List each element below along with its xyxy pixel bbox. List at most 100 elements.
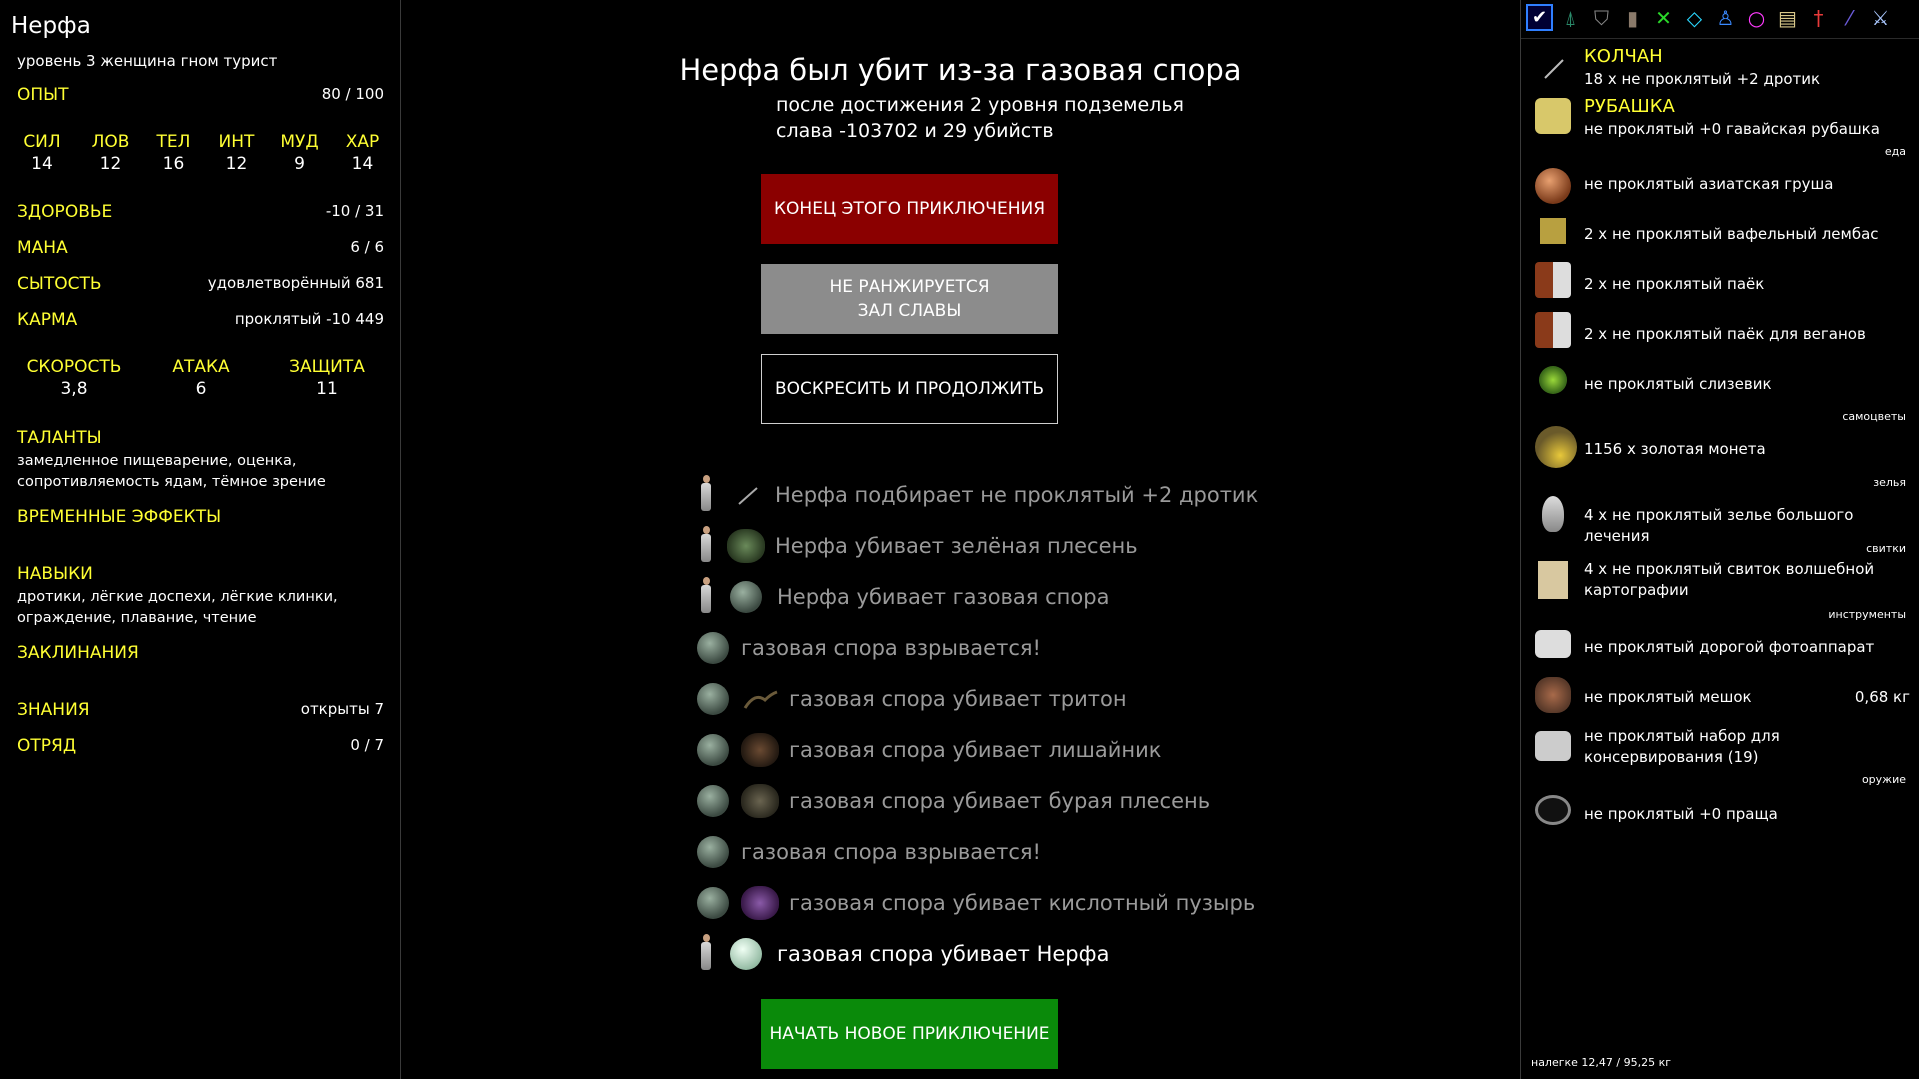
end-adventure-button[interactable]: КОНЕЦ ЭТОГО ПРИКЛЮЧЕНИЯ (761, 174, 1058, 244)
log-entry: газовая спора убивает бурая плесень (697, 779, 1210, 823)
inventory-item[interactable]: 4 x не проклятый свиток волшебной картог… (1584, 559, 1914, 601)
inventory-item[interactable]: не проклятый набор для консервирования (… (1584, 726, 1914, 768)
attr-value: 14 (31, 154, 53, 174)
tab-tools[interactable]: † (1805, 4, 1832, 31)
divider (1521, 38, 1919, 39)
category-potions: зелья (1873, 476, 1906, 489)
tab-food[interactable]: ▮ (1619, 4, 1646, 31)
wand-icon: ⁄ (1847, 5, 1852, 30)
tab-gems[interactable]: ◇ (1681, 4, 1708, 31)
ration-icon (1535, 262, 1571, 298)
shirt-heading: РУБАШКА (1584, 96, 1675, 117)
sling-icon (1535, 795, 1571, 825)
mana-value: 6 / 6 (350, 238, 384, 256)
gas-spore-icon (697, 734, 729, 766)
log-text: Нерфа убивает зелёная плесень (775, 534, 1138, 558)
combat-value: 6 (195, 379, 207, 399)
attr-label: ИНТ (218, 132, 255, 152)
exp-row: ОПЫТ 80 / 100 (17, 85, 384, 105)
tab-missiles[interactable]: ⍋ (1557, 4, 1584, 31)
sword-icon: ⚔ (1871, 5, 1890, 30)
player-icon (699, 934, 713, 974)
attr-value: 14 (351, 154, 374, 174)
defense-stat: ЗАЩИТА 11 (264, 357, 390, 399)
inventory-item[interactable]: не проклятый слизевик (1584, 374, 1914, 395)
end-adventure-label: КОНЕЦ ЭТОГО ПРИКЛЮЧЕНИЯ (773, 199, 1046, 219)
pear-icon (1535, 168, 1571, 204)
tab-potions[interactable]: ♙ (1712, 4, 1739, 31)
log-text: Нерфа подбирает не проклятый +2 дротик (775, 483, 1259, 507)
log-text: газовая спора убивает бурая плесень (789, 789, 1211, 813)
skills-text: дротики, лёгкие доспехи, лёгкие клинки, … (17, 589, 338, 626)
category-gems: самоцветы (1842, 410, 1906, 423)
hall-of-fame-button[interactable]: НЕ РАНЖИРУЕТСЯ ЗАЛ СЛАВЫ (761, 264, 1058, 334)
inventory-item[interactable]: 2 x не проклятый паёк (1584, 274, 1914, 295)
inventory-item[interactable]: не проклятый дорогой фотоаппарат (1584, 637, 1914, 658)
inventory-item[interactable]: не проклятый азиатская груша (1584, 174, 1914, 195)
log-entry: Нерфа убивает зелёная плесень (699, 524, 1138, 568)
inventory-item[interactable]: 4 x не проклятый зелье большого лечения (1584, 505, 1914, 547)
inventory-item[interactable]: 2 x не проклятый вафельный лембас (1584, 224, 1914, 245)
log-entry: газовая спора убивает лишайник (697, 728, 1161, 772)
gas-spore-icon (697, 683, 729, 715)
food-icon: ▮ (1626, 5, 1638, 30)
tab-swords[interactable]: ⚔ (1867, 4, 1894, 31)
player-icon (699, 577, 713, 617)
potion-icon: ♙ (1716, 5, 1735, 30)
inventory-item[interactable]: 18 x не проклятый +2 дротик (1584, 69, 1914, 90)
tab-armor[interactable]: ⛉ (1588, 4, 1615, 31)
party-label: ОТРЯД (17, 736, 77, 756)
pick-icon: † (1813, 5, 1824, 30)
vegan-ration-icon (1535, 312, 1571, 348)
inventory-item[interactable]: не проклятый +0 гавайская рубашка (1584, 119, 1914, 140)
mana-label: МАНА (17, 238, 68, 258)
party-row[interactable]: ОТРЯД 0 / 7 (17, 736, 384, 756)
spells-heading[interactable]: ЗАКЛИНАНИЯ (17, 643, 139, 663)
attr-dex: ЛОВ 12 (79, 132, 142, 174)
inventory-item[interactable]: не проклятый +0 праща (1584, 804, 1914, 825)
tab-wands[interactable]: ⁄ (1836, 4, 1863, 31)
attr-label: МУД (280, 132, 319, 152)
inventory-item[interactable]: 2 x не проклятый паёк для веганов (1584, 324, 1914, 345)
log-text: газовая спора убивает тритон (789, 687, 1127, 711)
gem-icon: ◇ (1686, 5, 1703, 30)
crossed-swords-icon: ✕ (1655, 5, 1672, 30)
effects-heading[interactable]: ВРЕМЕННЫЕ ЭФФЕКТЫ (17, 507, 221, 527)
character-subtitle: уровень 3 женщина гном турист (17, 52, 278, 70)
new-adventure-button[interactable]: НАЧАТЬ НОВОЕ ПРИКЛЮЧЕНИЕ (761, 999, 1058, 1069)
skills-heading[interactable]: НАВЫКИ (17, 564, 93, 584)
category-weapons: оружие (1861, 773, 1906, 786)
health-value: -10 / 31 (325, 202, 384, 220)
tab-scrolls[interactable]: ▤ (1774, 4, 1801, 31)
talents-heading: ТАЛАНТЫ (17, 428, 102, 448)
brown-mold-icon (741, 784, 779, 818)
attr-label: ТЕЛ (156, 132, 191, 152)
gas-spore-icon (697, 632, 729, 664)
tab-rings[interactable]: ○ (1743, 4, 1770, 31)
satiety-value: удовлетворённый 681 (207, 274, 384, 292)
combat-stats: СКОРОСТЬ 3,8 АТАКА 6 ЗАЩИТА 11 (10, 357, 390, 399)
combat-value: 3,8 (60, 379, 88, 399)
lichen-icon (741, 733, 779, 767)
tab-all[interactable]: ✔ (1526, 4, 1553, 31)
knowledge-value: открыты 7 (300, 700, 384, 718)
attr-cha: ХАР 14 (331, 132, 394, 174)
inventory-tabs: ✔ ⍋ ⛉ ▮ ✕ ◇ ♙ ○ ▤ † ⁄ ⚔ (1526, 4, 1894, 31)
newt-icon (743, 690, 778, 709)
knowledge-row[interactable]: ЗНАНИЯ открыты 7 (17, 700, 384, 720)
not-ranked-label: НЕ РАНЖИРУЕТСЯ (829, 277, 990, 297)
combat-label: АТАКА (172, 357, 230, 377)
log-entry: газовая спора убивает тритон (697, 677, 1127, 721)
log-entry: газовая спора взрывается! (697, 830, 1041, 874)
resurrect-button[interactable]: ВОСКРЕСИТЬ И ПРОДОЛЖИТЬ (761, 354, 1058, 424)
attr-label: ЛОВ (91, 132, 130, 152)
inventory-item[interactable]: 1156 x золотая монета (1584, 439, 1914, 460)
knowledge-label: ЗНАНИЯ (17, 700, 90, 720)
health-label: ЗДОРОВЬЕ (17, 202, 113, 222)
tab-weapons[interactable]: ✕ (1650, 4, 1677, 31)
log-text: газовая спора убивает кислотный пузырь (789, 891, 1256, 915)
checkmark-icon: ✔ (1531, 7, 1548, 28)
inventory-item[interactable]: не проклятый мешок 0,68 кг (1584, 687, 1914, 708)
satiety-row: СЫТОСТЬ удовлетворённый 681 (17, 274, 384, 294)
gas-spore-icon (730, 938, 762, 970)
